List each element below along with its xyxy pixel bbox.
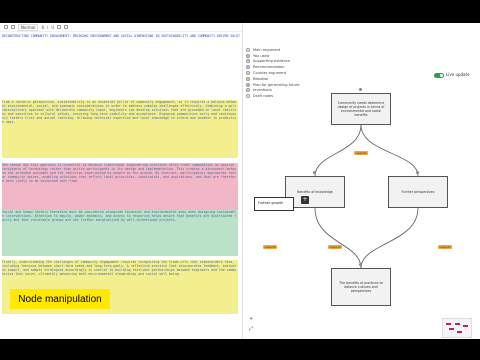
node-handle[interactable] (359, 263, 362, 266)
legend-label: Main argument (253, 47, 281, 52)
edge-line (360, 124, 419, 177)
node-handle[interactable] (416, 171, 419, 174)
caption-banner: Node manipulation (10, 289, 110, 309)
new-node-input-text: Further growth (258, 201, 284, 205)
caption-text: Node manipulation (18, 293, 102, 305)
bold-button[interactable]: B (41, 25, 44, 30)
graph-node[interactable]: The benefits of practices to balance cul… (331, 268, 391, 306)
legend-label: Supporting evidence (253, 59, 291, 64)
node-text: Benefits of knowledge (297, 190, 333, 194)
redo-icon[interactable] (11, 25, 15, 29)
legend-dot (246, 76, 250, 81)
undo-icon[interactable] (4, 25, 8, 29)
edge-line (314, 207, 362, 269)
graph-node[interactable]: Benefits of knowledge (285, 176, 345, 208)
legend-dot (246, 65, 250, 70)
paragraph-counter-argument[interactable]: From a rhetoric perspective, sustainabil… (2, 100, 238, 158)
list-icon[interactable] (64, 25, 69, 29)
minimap-node (457, 331, 462, 333)
node-text: Community needs determine design of proj… (337, 101, 385, 117)
legend-dot (246, 47, 250, 52)
underline-button[interactable]: U (51, 25, 54, 30)
edge-label[interactable]: supports (263, 245, 277, 249)
graph-node[interactable]: Community needs determine design of proj… (331, 93, 391, 125)
font-select[interactable]: Normal (18, 23, 39, 31)
legend-dot (246, 53, 250, 58)
minimap-node (446, 323, 451, 325)
live-update-toggle[interactable] (434, 73, 444, 78)
minimap-node (449, 328, 454, 330)
fit-view-icon[interactable]: ⤢ (249, 326, 253, 332)
edge-line (360, 207, 419, 269)
minimap-node (463, 325, 468, 327)
legend-label: You used (253, 53, 269, 58)
app-frame: Normal B I U DECONSTRUCTING COMMUNITY EN… (0, 23, 480, 339)
add-node-button[interactable]: + (301, 196, 309, 204)
legend-label: Recommendation (253, 65, 285, 70)
edge-label[interactable]: supports (328, 245, 342, 249)
zoom-in-icon[interactable]: + (249, 316, 253, 322)
node-text: Further perspectives (401, 190, 435, 194)
graph-canvas[interactable]: Community needs determine design of proj… (243, 83, 480, 339)
legend-label: Counter argument (253, 71, 287, 76)
document-heading: DECONSTRUCTING COMMUNITY ENGAGEMENT: BRI… (2, 34, 240, 38)
link-icon[interactable] (57, 25, 62, 29)
paragraph-supporting-evidence[interactable]: Social and human factors therefore must … (2, 210, 238, 256)
text-editor[interactable]: Normal B I U DECONSTRUCTING COMMUNITY EN… (0, 23, 243, 339)
edge-label[interactable]: supports (354, 151, 368, 155)
minimap-node (455, 323, 460, 325)
editor-toolbar: Normal B I U (0, 23, 242, 32)
italic-button[interactable]: I (47, 25, 48, 30)
legend-dot (246, 71, 250, 76)
edge-label[interactable]: supports (438, 245, 452, 249)
node-handle[interactable] (313, 171, 316, 174)
node-text: The benefits of practices to balance cul… (339, 281, 383, 293)
legend-label: Rebuttal (253, 76, 269, 81)
legend-dot (246, 59, 250, 64)
live-update-label: Live update (446, 72, 470, 77)
node-handle[interactable] (359, 88, 362, 91)
graph-node[interactable]: Further perspectives (388, 176, 448, 208)
minimap[interactable] (442, 318, 472, 338)
new-node-input[interactable]: Further growth (254, 197, 294, 211)
